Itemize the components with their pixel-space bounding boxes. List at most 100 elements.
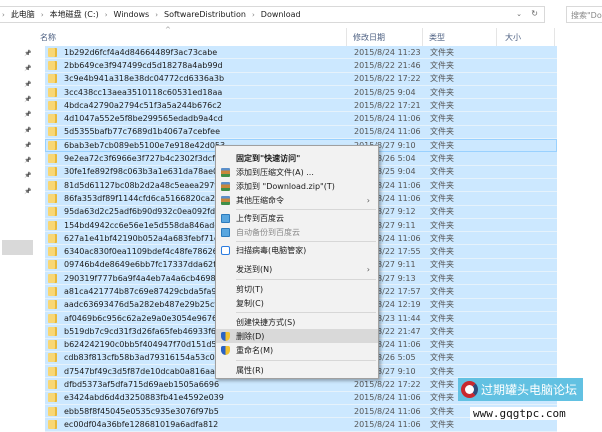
nav-pane-selected-item[interactable] <box>2 240 33 255</box>
file-type: 文件夹 <box>430 286 454 296</box>
pin-icon[interactable]: 📌 <box>24 96 31 103</box>
file-type: 文件夹 <box>430 353 454 363</box>
chevron-right-icon: › <box>366 264 370 274</box>
file-date: 2015/8/22 17:22 <box>354 380 421 390</box>
menu-cut[interactable]: 剪切(T) <box>216 282 378 296</box>
watermark-url: www.gqgtpc.com <box>470 407 569 420</box>
folder-icon <box>48 193 57 203</box>
folder-icon <box>48 207 57 217</box>
winrar-icon <box>221 167 230 177</box>
pin-icon[interactable]: 📌 <box>24 142 31 149</box>
column-divider[interactable] <box>422 28 423 46</box>
column-divider[interactable] <box>346 28 347 46</box>
column-size[interactable]: 大小 <box>505 32 521 43</box>
file-type: 文件夹 <box>430 100 454 110</box>
menu-add-zip[interactable]: 添加到 "Download.zip"(T) <box>216 179 378 193</box>
file-row[interactable]: 4d1047a552e5f8be299565edadb9a4cd 2015/8/2… <box>45 112 557 126</box>
menu-properties[interactable]: 属性(R) <box>216 363 378 377</box>
file-type: 文件夹 <box>430 366 454 376</box>
chevron-down-icon[interactable]: ⌄ <box>516 10 522 18</box>
breadcrumb-c-drive[interactable]: 本地磁盘 (C:) <box>50 9 99 20</box>
pin-icon[interactable]: 📌 <box>24 172 31 179</box>
pin-icon[interactable]: 📌 <box>24 127 31 134</box>
baidu-cloud-icon <box>221 213 230 223</box>
file-type: 文件夹 <box>430 247 454 257</box>
menu-create-shortcut[interactable]: 创建快捷方式(S) <box>216 315 378 329</box>
chevron-right-icon: › <box>104 10 108 19</box>
menu-send-to[interactable]: 发送到(N) › <box>216 262 378 276</box>
file-type: 文件夹 <box>430 87 454 97</box>
chevron-right-icon: › <box>251 10 255 19</box>
file-type: 文件夹 <box>430 393 454 403</box>
menu-upload-baidu[interactable]: 上传到百度云 <box>216 211 378 225</box>
file-date: 2015/8/24 11:06 <box>354 393 421 403</box>
file-type: 文件夹 <box>430 406 454 416</box>
menu-copy[interactable]: 复制(C) <box>216 296 378 310</box>
file-row[interactable]: 2bb649ce3f947499cd5d18278a4ab99d 2015/8/2… <box>45 59 557 73</box>
file-type: 文件夹 <box>430 313 454 323</box>
menu-delete[interactable]: 删除(D) <box>216 329 378 343</box>
file-row[interactable]: 3c9e4b941a318e38dc04772cd6336a3b 2015/8/2… <box>45 72 557 86</box>
folder-icon <box>48 326 57 336</box>
chevron-right-icon: › <box>40 10 44 19</box>
chevron-right-icon: › <box>155 10 159 19</box>
sort-up-icon: ^ <box>165 26 171 34</box>
breadcrumb-softwaredistribution[interactable]: SoftwareDistribution <box>164 10 246 19</box>
file-date: 2015/8/22 17:22 <box>354 74 421 84</box>
menu-add-archive[interactable]: 添加到压缩文件(A) ... <box>216 165 378 179</box>
folder-icon <box>48 100 57 110</box>
menu-scan-virus[interactable]: 扫描病毒(电脑管家) <box>216 243 378 257</box>
folder-icon <box>48 233 57 243</box>
file-name: 4d1047a552e5f8be299565edadb9a4cd <box>64 114 223 124</box>
file-name: ebb58f8f45045e0535c935e3076f97b5 <box>64 406 219 416</box>
breadcrumb-this-pc[interactable]: 此电脑 <box>11 9 35 20</box>
menu-pin-quick-access[interactable]: 固定到"快速访问" <box>216 151 378 165</box>
column-type[interactable]: 类型 <box>429 32 445 43</box>
folder-icon <box>48 47 57 57</box>
file-type: 文件夹 <box>430 74 454 84</box>
folder-icon <box>48 60 57 70</box>
file-type: 文件夹 <box>430 340 454 350</box>
file-type: 文件夹 <box>430 154 454 164</box>
menu-auto-backup[interactable]: 自动备份到百度云 <box>216 225 378 239</box>
file-type: 文件夹 <box>430 233 454 243</box>
pin-icon[interactable]: 📌 <box>24 111 31 118</box>
winrar-icon <box>221 195 230 205</box>
menu-rename[interactable]: 重命名(M) <box>216 343 378 357</box>
column-name[interactable]: 名称 <box>40 32 56 43</box>
pin-icon[interactable]: 📌 <box>24 188 31 195</box>
folder-icon <box>48 273 57 283</box>
file-name: 1b292d6fcf4a4d84664489f3ac73cabe <box>64 47 218 57</box>
search-input[interactable]: 搜索"Do <box>566 6 602 23</box>
pin-icon[interactable]: 📌 <box>24 50 31 57</box>
column-date[interactable]: 修改日期 <box>353 32 385 43</box>
file-name: 2bb649ce3f947499cd5d18278a4ab99d <box>64 60 223 70</box>
pin-icon[interactable]: 📌 <box>24 81 31 88</box>
refresh-icon[interactable]: ↻ <box>531 9 538 18</box>
pin-icon[interactable]: 📌 <box>24 65 31 72</box>
context-menu: 固定到"快速访问" 添加到压缩文件(A) ... 添加到 "Download.z… <box>215 145 379 379</box>
folder-icon <box>48 220 57 230</box>
address-bar[interactable]: › 此电脑 › 本地磁盘 (C:) › Windows › SoftwareDi… <box>0 6 545 23</box>
breadcrumb-download[interactable]: Download <box>261 10 301 19</box>
breadcrumb-windows[interactable]: Windows <box>114 10 150 19</box>
file-row[interactable]: 4bdca42790a2794c51f3a5a244b676c2 2015/8/2… <box>45 99 557 113</box>
folder-icon <box>48 260 57 270</box>
column-header: 名称 ^ 修改日期 类型 大小 <box>40 26 560 46</box>
folder-icon <box>48 340 57 350</box>
file-date: 2015/8/24 11:06 <box>354 127 421 137</box>
file-row[interactable]: 3cc438cc13aea3510118c60531ed18aa 2015/8/2… <box>45 85 557 100</box>
folder-icon <box>48 366 57 376</box>
file-row[interactable]: 5d5355bafb77c7689d1b4067a7cebfee 2015/8/2… <box>45 125 557 140</box>
menu-other-compress[interactable]: 其他压缩命令 › <box>216 193 378 207</box>
folder-icon <box>48 353 57 363</box>
folder-icon <box>48 406 57 416</box>
uac-shield-icon <box>221 345 230 355</box>
file-date: 2015/8/24 11:06 <box>354 419 421 429</box>
file-type: 文件夹 <box>430 167 454 177</box>
file-type: 文件夹 <box>430 419 454 429</box>
column-divider[interactable] <box>496 28 497 46</box>
column-divider[interactable] <box>554 28 555 46</box>
pin-icon[interactable]: 📌 <box>24 157 31 164</box>
file-row[interactable]: 1b292d6fcf4a4d84664489f3ac73cabe 2015/8/2… <box>45 46 557 60</box>
